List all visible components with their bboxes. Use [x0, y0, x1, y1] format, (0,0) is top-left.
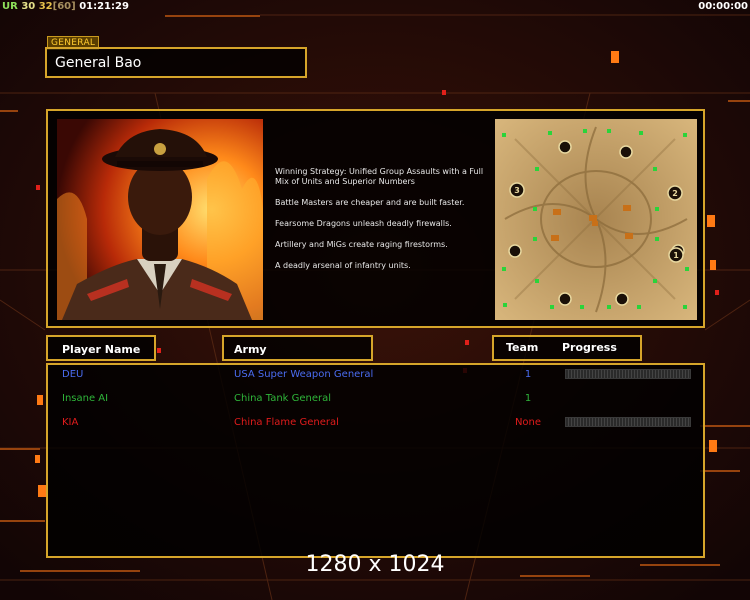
column-header-progress-label: Progress [562, 341, 617, 354]
start-label-3: 3 [514, 186, 520, 195]
column-header-team-progress: Team Progress [492, 335, 642, 361]
hud-stat-32: 32 [38, 1, 53, 12]
hud-ur: UR [2, 1, 18, 12]
column-header-army-label: Army [234, 343, 267, 356]
player-name: KIA [62, 417, 79, 428]
general-info-panel: Winning Strategy: Unified Group Assaults… [46, 109, 705, 328]
general-description: Winning Strategy: Unified Group Assaults… [275, 167, 485, 282]
start-label-1: 1 [673, 251, 679, 260]
player-row[interactable]: DEU USA Super Weapon General 1 [48, 366, 703, 384]
player-team: None [514, 417, 542, 428]
player-army: USA Super Weapon General [234, 369, 374, 380]
description-line: Artillery and MiGs create raging firesto… [275, 240, 448, 249]
player-name: Insane AI [62, 393, 109, 404]
player-name: DEU [62, 369, 84, 380]
player-team: 1 [524, 369, 532, 380]
column-header-army: Army [222, 335, 373, 361]
hud-timer: 00:00:00 [698, 1, 748, 12]
hud-stat-30: 30 [21, 1, 36, 12]
player-army: China Flame General [234, 417, 339, 428]
player-progress-bar [565, 417, 691, 427]
hud-clock: 01:21:29 [79, 1, 129, 12]
general-portrait [57, 119, 263, 320]
description-line: Battle Masters are cheaper and are built… [275, 198, 465, 207]
players-list: DEU USA Super Weapon General 1 Insane AI… [46, 363, 705, 558]
player-progress-bar [565, 369, 691, 379]
description-line: A deadly arsenal of infantry units. [275, 261, 411, 270]
general-name: General Bao [55, 55, 142, 71]
description-line: Fearsome Dragons unleash deadly firewall… [275, 219, 452, 228]
player-army: China Tank General [234, 393, 332, 404]
column-header-team-label: Team [506, 341, 539, 354]
hud-stat-60: [60] [52, 1, 76, 12]
column-header-player-name: Player Name [46, 335, 156, 361]
map-preview[interactable]: 3 2 1 [495, 119, 697, 320]
player-team: 1 [524, 393, 532, 404]
description-line: Winning Strategy: Unified Group Assaults… [275, 167, 484, 186]
hud-stats: UR 30 32[60] 01:21:29 [2, 1, 129, 12]
general-name-box: General Bao [45, 47, 307, 78]
player-row[interactable]: Insane AI China Tank General 1 [48, 390, 703, 408]
column-header-player-name-label: Player Name [62, 343, 141, 356]
player-row[interactable]: KIA China Flame General None [48, 414, 703, 432]
start-label-2: 2 [672, 189, 678, 198]
resolution-caption: 1280 x 1024 [305, 552, 445, 577]
